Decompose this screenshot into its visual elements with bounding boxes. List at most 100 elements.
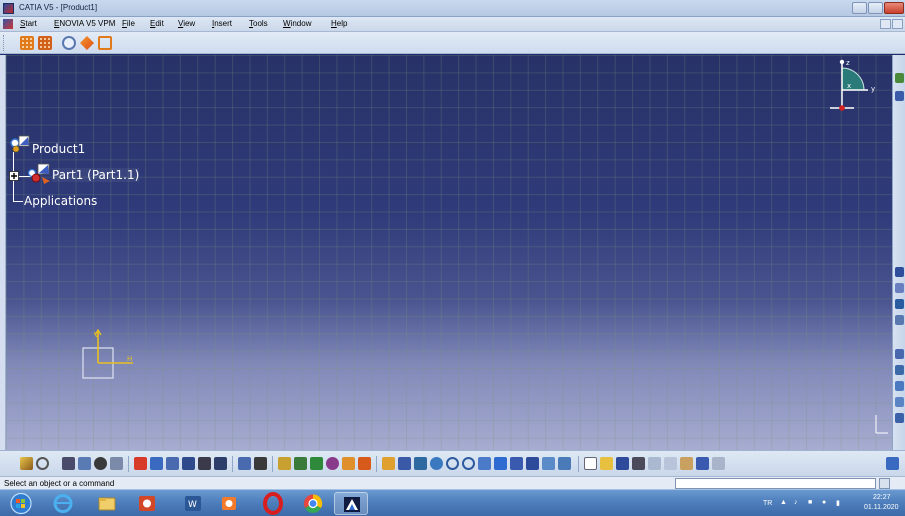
fillet-tool-icon[interactable] [895,349,904,359]
hide-show-icon[interactable] [542,457,555,470]
iso-view-icon[interactable] [510,457,523,470]
media-player-button[interactable] [212,492,246,515]
word-button[interactable]: W [176,492,210,515]
grid-snap-icon[interactable] [38,36,52,50]
update-icon[interactable] [238,457,251,470]
maximize-button[interactable] [868,2,883,14]
manipulation-icon[interactable] [254,457,267,470]
contact-icon[interactable] [150,457,163,470]
measure-icon[interactable] [94,457,107,470]
menu-insert[interactable]: Insert [212,19,232,28]
close-button[interactable] [884,2,904,14]
pan-icon[interactable] [414,457,427,470]
rotate-icon[interactable] [430,457,443,470]
start-orb-button[interactable] [4,492,38,515]
open-icon[interactable] [600,457,613,470]
internet-explorer-button[interactable] [46,492,80,515]
sectioning-icon[interactable] [342,457,355,470]
scene-icon[interactable] [294,457,307,470]
fix-icon[interactable] [110,457,123,470]
pad-tool-icon[interactable] [895,267,904,277]
shaft-tool-icon[interactable] [895,299,904,309]
tree-node-applications[interactable]: Applications [24,194,97,208]
analysis-icon[interactable] [62,36,76,50]
zoom-out-icon[interactable] [462,457,475,470]
catia-app-icon[interactable] [3,3,14,14]
shell-tool-icon[interactable] [895,397,904,407]
menu-help[interactable]: Help [331,19,347,28]
sketch-tool-icon[interactable] [895,73,904,83]
signal-icon[interactable]: ● [822,499,826,506]
zoom-in-icon[interactable] [446,457,459,470]
part-icon[interactable] [26,161,52,185]
chrome-button[interactable] [296,492,330,515]
product-icon[interactable] [9,133,33,155]
paste-icon[interactable] [680,457,693,470]
doc-restore-button[interactable] [880,19,891,29]
clock-date[interactable]: 01.11.2020 [864,504,899,511]
whats-this-icon[interactable] [886,457,899,470]
doc-close-button[interactable] [892,19,903,29]
save-icon[interactable] [616,457,629,470]
catia-menu-icon[interactable] [3,19,13,29]
redo-icon[interactable] [712,457,725,470]
line-tool-icon[interactable] [895,91,904,101]
tree-node-part1[interactable]: Part1 (Part1.1) [52,168,140,182]
constraint-icon[interactable] [80,36,94,50]
tree-node-product1[interactable]: Product1 [32,142,85,156]
shading-icon[interactable] [526,457,539,470]
volume-icon[interactable]: ♪ [794,499,798,506]
explode-icon[interactable] [214,457,227,470]
language-indicator[interactable]: TR [763,500,772,507]
grid-icon[interactable] [20,36,34,50]
knowledge-icon[interactable] [36,457,49,470]
sketch-icon[interactable] [98,36,112,50]
menu-start[interactable]: Start [20,19,37,28]
cut-icon[interactable] [648,457,661,470]
command-button[interactable] [879,478,890,489]
catalog-icon[interactable] [62,457,75,470]
multi-view-icon[interactable] [494,457,507,470]
3d-viewport[interactable]: Product1 Part1 (Part1.1) Applications z … [6,55,892,450]
clock-time[interactable]: 22:27 [873,494,891,501]
powerpoint-button[interactable] [130,492,164,515]
pocket-tool-icon[interactable] [895,283,904,293]
snap-icon[interactable] [78,457,91,470]
menu-file[interactable]: File [122,19,135,28]
constraint-tool-icon[interactable] [134,457,147,470]
clash-icon[interactable] [326,457,339,470]
distance-icon[interactable] [358,457,371,470]
angle-icon[interactable] [182,457,195,470]
axis-system-icon[interactable]: V H [78,327,148,387]
draft-tool-icon[interactable] [895,381,904,391]
menu-window[interactable]: Window [283,19,311,28]
swap-space-icon[interactable] [558,457,571,470]
battery-icon[interactable]: ▮ [836,499,840,507]
command-input[interactable] [675,478,876,489]
fly-mode-icon[interactable] [382,457,395,470]
file-explorer-button[interactable] [90,492,124,515]
expand-plus-icon[interactable] [9,171,19,181]
menu-enovia[interactable]: ENOVIA V5 VPM [54,19,115,28]
menu-tools[interactable]: Tools [249,19,268,28]
normal-view-icon[interactable] [478,457,491,470]
offset-icon[interactable] [166,457,179,470]
reuse-pattern-icon[interactable] [310,457,323,470]
formula-icon[interactable] [20,457,33,470]
new-icon[interactable] [584,457,597,470]
toolbar-grip[interactable] [3,35,6,51]
menu-view[interactable]: View [178,19,195,28]
undo-icon[interactable] [696,457,709,470]
menu-edit[interactable]: Edit [150,19,164,28]
compass-icon[interactable]: z x y [826,58,886,114]
thickness-tool-icon[interactable] [895,413,904,423]
fix-together-icon[interactable] [198,457,211,470]
network-icon[interactable]: ■ [808,499,812,506]
opera-button[interactable] [256,492,290,515]
minimize-button[interactable] [852,2,867,14]
tray-up-arrow-icon[interactable]: ▲ [780,499,787,506]
fit-all-icon[interactable] [398,457,411,470]
copy-icon[interactable] [664,457,677,470]
hole-tool-icon[interactable] [895,315,904,325]
print-icon[interactable] [632,457,645,470]
